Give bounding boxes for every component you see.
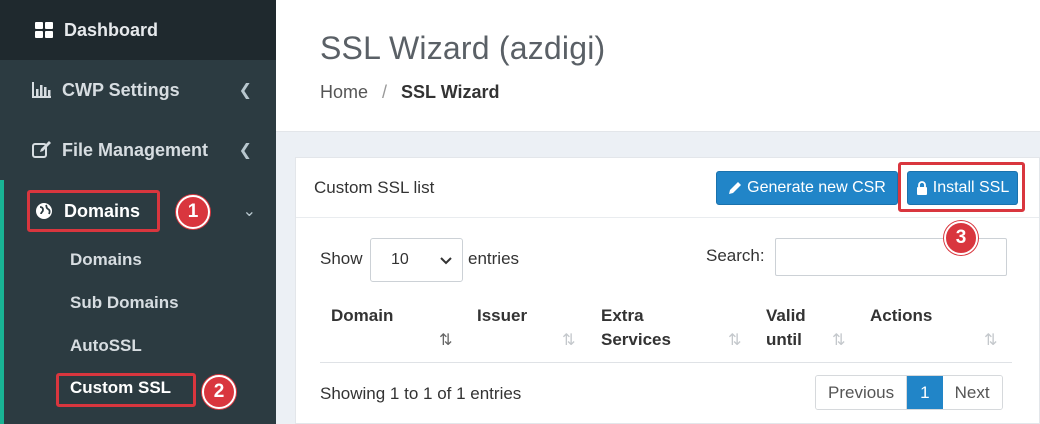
sort-icon[interactable]: ⇅ [832,330,845,350]
chevron-left-icon: ❮ [238,82,252,99]
sidebar-subitem-domains[interactable]: Domains [70,250,142,270]
search-label: Search: [706,246,765,265]
pagination-previous[interactable]: Previous [816,376,908,409]
highlight-box-domains [27,190,160,232]
sort-asc-icon[interactable]: ⇅ [439,330,452,350]
chevron-down-icon: ⌄ [242,203,256,220]
page-size-select[interactable]: 10 [370,238,463,282]
sidebar-item-label: Dashboard [64,19,159,40]
column-header-line: until [766,330,802,349]
breadcrumb: Home / SSL Wizard [320,82,500,103]
step-badge-3: 3 [944,221,978,255]
breadcrumb-current: SSL Wizard [401,82,500,102]
sort-icon[interactable]: ⇅ [562,330,575,350]
column-header-valid-until[interactable]: Valid until [766,304,806,352]
sidebar-item-label: CWP Settings [62,79,180,100]
dashboard-icon [34,20,54,40]
column-header-extra-services[interactable]: Extra Services [601,304,671,352]
page-size-value: 10 [391,251,409,268]
column-header-line: Services [601,330,671,349]
card-title: Custom SSL list [314,178,435,197]
column-header-issuer[interactable]: Issuer [477,304,527,328]
edit-icon [32,140,52,160]
generate-csr-label: Generate new CSR [747,179,886,196]
highlight-box-install-ssl [898,162,1025,212]
highlight-box-custom-ssl [56,373,196,407]
breadcrumb-separator: / [382,82,388,102]
sidebar-item-file-management[interactable]: File Management ❮ [0,120,276,180]
pencil-icon [728,181,742,195]
sort-icon[interactable]: ⇅ [984,330,997,350]
content-header: SSL Wizard (azdigi) Home / SSL Wizard [276,0,1040,132]
show-label: Show [320,249,363,268]
table-divider [320,362,1012,363]
sidebar-subitem-autossl[interactable]: AutoSSL [70,336,142,356]
pagination: Previous 1 Next [815,375,1003,410]
chevron-down-icon [440,253,452,271]
column-header-domain[interactable]: Domain [331,304,393,328]
pagination-next[interactable]: Next [942,376,1002,409]
sidebar-item-dashboard[interactable]: Dashboard [0,0,276,60]
bar-chart-icon [32,80,52,100]
column-header-line: Extra [601,306,644,325]
table-info: Showing 1 to 1 of 1 entries [320,384,522,403]
sidebar-item-cwp-settings[interactable]: CWP Settings ❮ [0,60,276,120]
sidebar-subitem-sub-domains[interactable]: Sub Domains [70,293,179,313]
breadcrumb-home[interactable]: Home [320,82,368,103]
column-header-line: Valid [766,306,806,325]
step-badge-2: 2 [202,375,236,409]
column-header-actions[interactable]: Actions [870,304,932,328]
sidebar-item-label: File Management [62,139,209,160]
chevron-left-icon: ❮ [238,142,252,159]
pagination-page-1[interactable]: 1 [907,376,943,409]
generate-csr-button[interactable]: Generate new CSR [716,171,898,205]
step-badge-1: 1 [176,195,210,229]
sort-icon[interactable]: ⇅ [728,330,741,350]
page-title: SSL Wizard (azdigi) [320,30,606,66]
entries-label: entries [468,249,520,268]
